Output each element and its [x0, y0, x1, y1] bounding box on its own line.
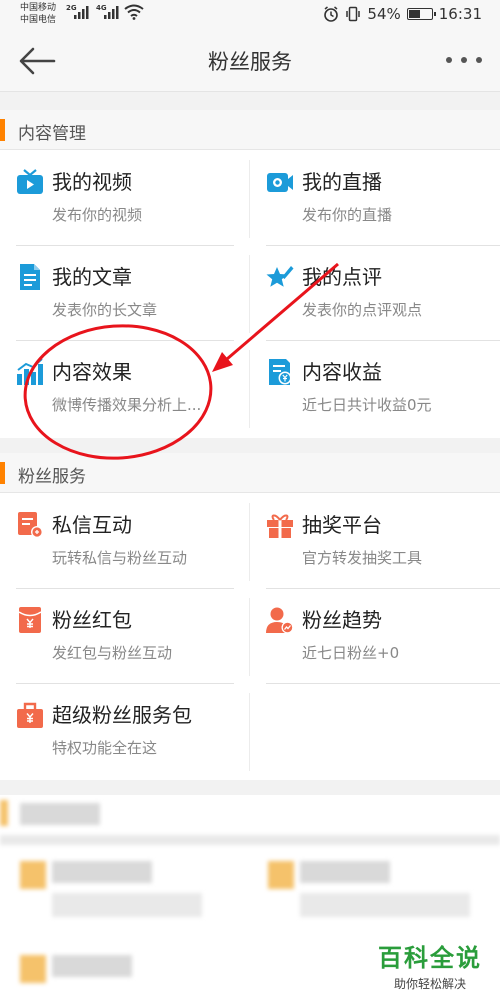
- carrier-1: 中国移动: [20, 3, 57, 13]
- income-icon: [269, 359, 292, 385]
- signal-icon: [104, 6, 119, 19]
- item-subtitle: 官方转发抽奖工具: [302, 549, 423, 567]
- page-title: 粉丝服务: [208, 50, 292, 74]
- grid-item-lottery[interactable]: 抽奖平台 官方转发抽奖工具: [250, 493, 500, 588]
- red-packet-icon: [18, 607, 42, 633]
- section-accent-bar: [0, 119, 5, 141]
- alarm-icon: [324, 6, 339, 22]
- item-subtitle: 近七日共计收益0元: [302, 396, 432, 414]
- grid-item-super-fan-pack[interactable]: 超级粉丝服务包 特权功能全在这: [0, 683, 250, 778]
- item-subtitle: 发布你的视频: [52, 206, 143, 224]
- item-title: 抽奖平台: [302, 513, 382, 537]
- item-title: 我的文章: [52, 265, 132, 289]
- status-bar: 中国移动 中国电信 2G 4G 54% 16:31: [0, 0, 500, 30]
- battery-icon: [406, 8, 436, 20]
- video-icon: [17, 169, 43, 194]
- grid-item-my-live[interactable]: 我的直播 发布你的直播: [250, 150, 500, 245]
- grid-item-fan-trend[interactable]: 粉丝趋势 近七日粉丝+0: [250, 588, 500, 683]
- battery-percent: 54%: [367, 5, 401, 23]
- grid-item-private-message[interactable]: 私信互动 玩转私信与粉丝互动: [0, 493, 250, 588]
- fan-trend-icon: [266, 607, 294, 634]
- gift-icon: [267, 514, 293, 538]
- grid-item-my-article[interactable]: 我的文章 发表你的长文章: [0, 245, 250, 340]
- article-icon: [20, 264, 40, 290]
- fan-service-section: 粉丝服务 私信互动 玩转私信与粉丝互动 抽奖平台 官方转发抽奖工具 粉丝红包 发…: [0, 453, 500, 780]
- item-subtitle: 发表你的点评观点: [302, 301, 423, 319]
- item-subtitle: 发表你的长文章: [52, 301, 158, 319]
- item-title: 我的视频: [52, 170, 132, 194]
- content-management-section: 内容管理 我的视频 发布你的视频 我的直播 发布你的直播 我的文章 发表你的长文…: [0, 110, 500, 438]
- item-title: 超级粉丝服务包: [52, 703, 192, 727]
- wifi-icon: [124, 4, 144, 20]
- section-accent-bar: [0, 462, 5, 484]
- vibrate-icon: [346, 6, 361, 22]
- item-title: 我的点评: [302, 265, 382, 289]
- item-subtitle: 发布你的直播: [302, 206, 393, 224]
- status-right: 54% 16:31: [323, 5, 482, 23]
- grid-item-my-video[interactable]: 我的视频 发布你的视频: [0, 150, 250, 245]
- item-subtitle: 近七日粉丝+0: [302, 644, 400, 662]
- watermark: 百科全说 助你轻松解决: [374, 938, 486, 992]
- chart-icon: [17, 358, 43, 385]
- message-icon: [18, 512, 43, 538]
- signal-icon: [74, 6, 89, 19]
- item-subtitle: 发红包与粉丝互动: [52, 644, 173, 662]
- service-pack-icon: [17, 702, 43, 728]
- grid-item-red-packet[interactable]: 粉丝红包 发红包与粉丝互动: [0, 588, 250, 683]
- item-title: 私信互动: [52, 513, 132, 537]
- item-title: 内容收益: [302, 360, 382, 384]
- item-title: 内容效果: [52, 360, 132, 384]
- grid-item-my-review[interactable]: 我的点评 发表你的点评观点: [250, 245, 500, 340]
- grid-item-content-income[interactable]: 内容收益 近七日共计收益0元: [250, 340, 500, 435]
- item-subtitle: 微博传播效果分析上...: [52, 396, 202, 414]
- item-subtitle: 特权功能全在这: [52, 739, 158, 757]
- top-nav: 粉丝服务: [0, 30, 500, 92]
- section-title: 内容管理: [18, 124, 86, 144]
- section-header: 粉丝服务: [0, 453, 500, 493]
- carrier-labels: 中国移动 中国电信: [20, 2, 56, 26]
- item-subtitle: 玩转私信与粉丝互动: [52, 549, 188, 567]
- section-header: 内容管理: [0, 110, 500, 150]
- watermark-title: 百科全说: [378, 944, 482, 972]
- watermark-subtitle: 助你轻松解决: [393, 977, 466, 991]
- clock: 16:31: [438, 5, 482, 23]
- live-camera-icon: [267, 173, 293, 192]
- grid-item-content-effect[interactable]: 内容效果 微博传播效果分析上...: [0, 340, 250, 435]
- section-title: 粉丝服务: [18, 467, 86, 487]
- item-title: 粉丝趋势: [302, 608, 382, 632]
- more-icon[interactable]: [446, 52, 482, 68]
- item-title: 我的直播: [302, 170, 382, 194]
- carrier-2: 中国电信: [20, 15, 57, 25]
- review-star-icon: [266, 266, 294, 287]
- item-title: 粉丝红包: [52, 608, 132, 632]
